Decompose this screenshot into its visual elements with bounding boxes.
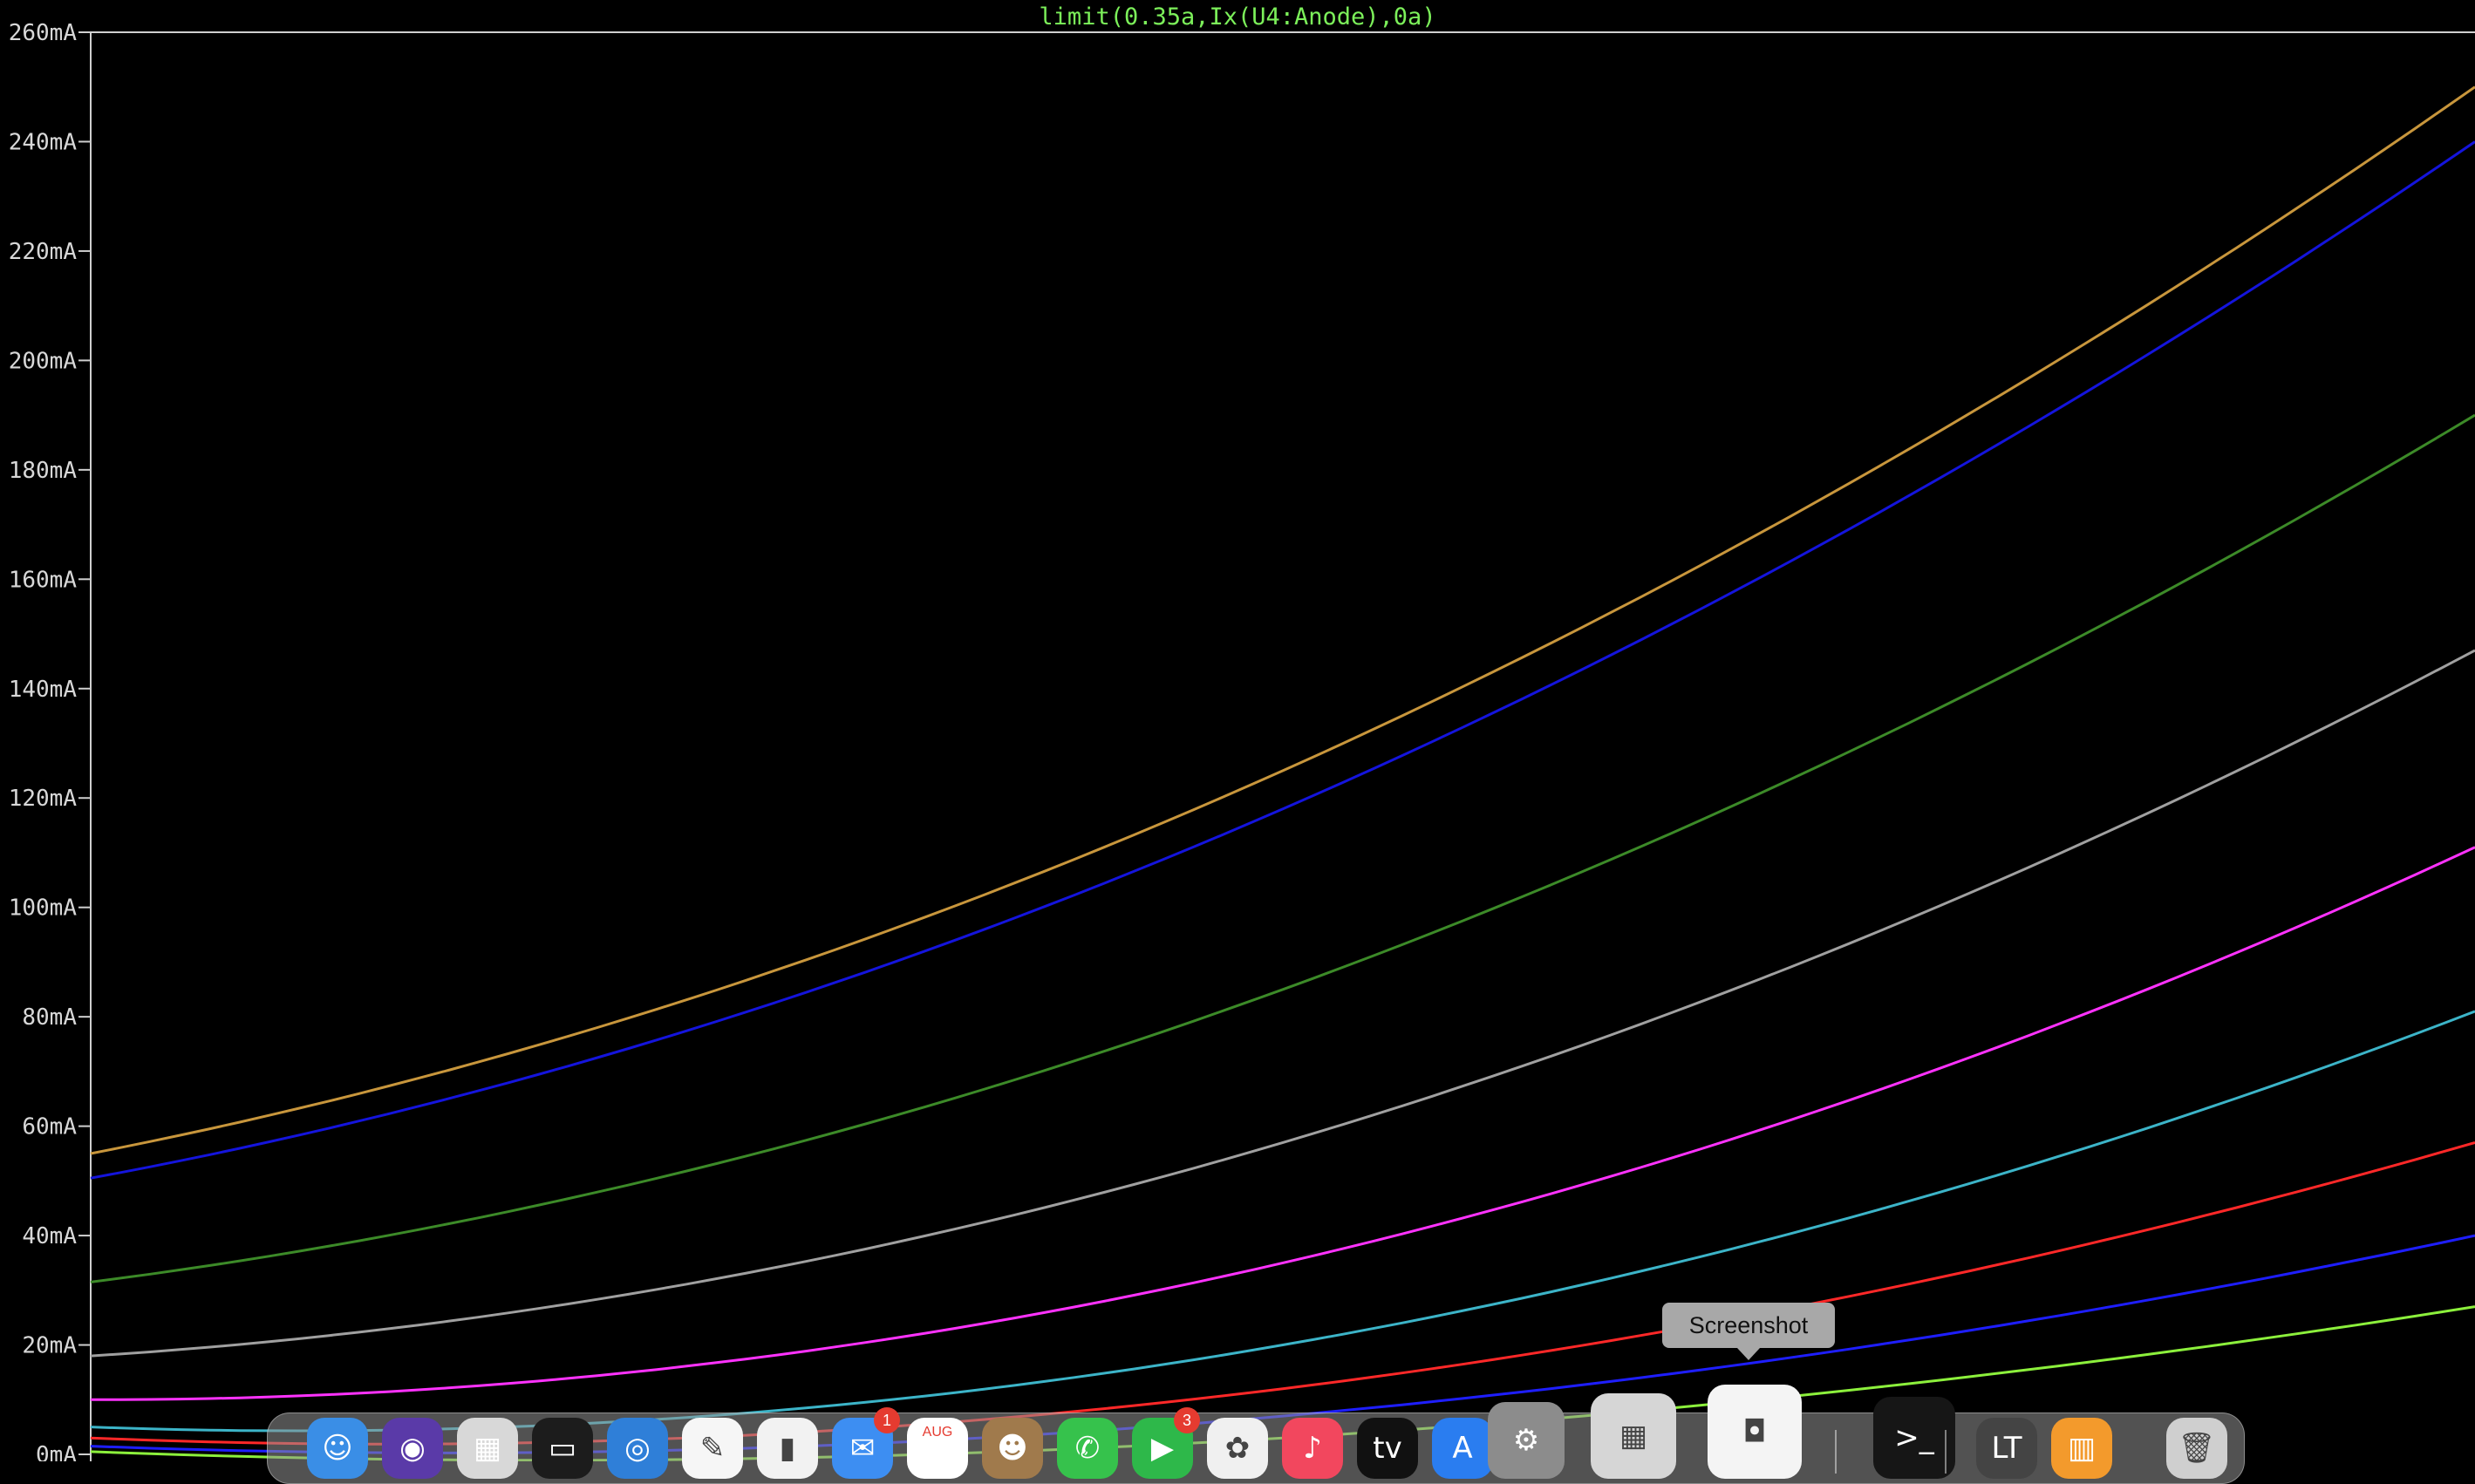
dock-calculator-button[interactable]: ▦ xyxy=(1591,1393,1676,1479)
y-tick-label: 80mA xyxy=(22,1004,77,1031)
siri-icon: ◉ xyxy=(399,1431,426,1466)
dock-books-button[interactable]: ▥ xyxy=(2051,1418,2112,1479)
trash-icon: 🗑 xyxy=(2178,1431,2216,1466)
apple-tv-icon: tv xyxy=(1373,1431,1402,1466)
trace-line-6[interactable] xyxy=(90,1010,2475,1433)
dock-safari-button[interactable]: ◎ xyxy=(607,1418,668,1479)
numbers-icon: ▮ xyxy=(779,1431,796,1466)
dock-music-button[interactable]: ♪ xyxy=(1282,1418,1343,1479)
dock-finder-button[interactable]: ☺ xyxy=(307,1418,368,1479)
dock-numbers-button[interactable]: ▮ xyxy=(757,1418,818,1479)
y-tick-label: 120mA xyxy=(9,786,78,812)
y-axis-ticks: 0mA 20mA 40mA 60mA 80mA 100mA 120mA 140mA 160mA 1… xyxy=(9,20,91,1461)
trace-line-5[interactable] xyxy=(90,846,2475,1401)
launchpad-icon: ▦ xyxy=(473,1431,502,1466)
facetime-icon: ▶ xyxy=(1150,1431,1175,1466)
y-tick-label: 140mA xyxy=(9,677,78,703)
dock-separator xyxy=(1945,1430,1947,1474)
dock-system-preferences-button[interactable]: ⚙ xyxy=(1488,1402,1565,1479)
trace-line-3[interactable] xyxy=(90,413,2475,1283)
dock-photos-button[interactable]: ✿ xyxy=(1207,1418,1268,1479)
app-store-icon: A xyxy=(1452,1431,1473,1466)
y-tick-label: 160mA xyxy=(9,567,78,593)
contacts-icon: ☻ xyxy=(997,1431,1028,1466)
finder-icon: ☺ xyxy=(322,1431,353,1466)
waveform-plot[interactable]: 0mA 20mA 40mA 60mA 80mA 100mA 120mA 140mA 160mA 1… xyxy=(0,0,2475,1461)
notification-badge: 3 xyxy=(1174,1407,1200,1433)
y-tick-label: 240mA xyxy=(9,129,78,155)
dock-messages-button[interactable]: ✆ xyxy=(1057,1418,1118,1479)
y-tick-label: 180mA xyxy=(9,458,78,484)
trace-line-4[interactable] xyxy=(90,649,2475,1358)
safari-icon: ◎ xyxy=(624,1431,651,1466)
dock-apple-tv-button[interactable]: tv xyxy=(1357,1418,1418,1479)
ltspice-icon: LT xyxy=(1991,1431,2022,1466)
y-tick-label: 260mA xyxy=(9,20,78,46)
terminal-icon: >_ xyxy=(1894,1420,1934,1455)
pages-icon: ✎ xyxy=(699,1431,726,1466)
dock-mission-control-button[interactable]: ▭ xyxy=(532,1418,593,1479)
dock-separator xyxy=(1835,1430,1837,1474)
music-icon: ♪ xyxy=(1303,1431,1322,1466)
dock-contacts-button[interactable]: ☻ xyxy=(982,1418,1043,1479)
screenshot-tooltip: Screenshot xyxy=(1662,1303,1835,1348)
calendar-icon: AUG xyxy=(922,1425,953,1440)
screenshot-icon: ◘ xyxy=(1742,1414,1767,1449)
plot-axes xyxy=(90,31,2475,1461)
axis-line xyxy=(90,31,2475,1461)
trace-line-7[interactable] xyxy=(90,1140,2475,1446)
y-tick-label: 20mA xyxy=(22,1333,77,1359)
y-tick-label: 60mA xyxy=(22,1114,77,1140)
dock-pages-button[interactable]: ✎ xyxy=(682,1418,743,1479)
tooltip-arrow xyxy=(1737,1348,1760,1360)
dock-trash-button[interactable]: 🗑 xyxy=(2166,1418,2227,1479)
dock-siri-button[interactable]: ◉ xyxy=(382,1418,443,1479)
messages-icon: ✆ xyxy=(1074,1431,1101,1466)
trace-line-2[interactable] xyxy=(90,140,2475,1180)
dock-app-store-button[interactable]: A xyxy=(1432,1418,1493,1479)
dock-ltspice-button[interactable]: LT xyxy=(1976,1418,2037,1479)
y-tick-label: 100mA xyxy=(9,895,78,922)
dock-calendar-button[interactable]: AUG xyxy=(907,1418,968,1479)
y-tick-label: 220mA xyxy=(9,239,78,265)
dock-screenshot-button[interactable]: ◘ xyxy=(1708,1385,1802,1479)
y-tick-label: 0mA xyxy=(36,1442,77,1461)
calculator-icon: ▦ xyxy=(1619,1419,1648,1453)
mail-icon: ✉ xyxy=(849,1431,876,1466)
plot-traces xyxy=(90,85,2475,1461)
notification-badge: 1 xyxy=(874,1407,900,1433)
dock-terminal-button[interactable]: >_ xyxy=(1873,1397,1955,1479)
books-icon: ▥ xyxy=(2067,1431,2097,1466)
system-preferences-icon: ⚙ xyxy=(1512,1423,1540,1458)
mission-control-icon: ▭ xyxy=(548,1431,577,1466)
trace-line-1[interactable] xyxy=(90,85,2475,1155)
y-tick-label: 40mA xyxy=(22,1223,77,1249)
y-tick-label: 200mA xyxy=(9,348,78,374)
dock-launchpad-button[interactable]: ▦ xyxy=(457,1418,518,1479)
photos-icon: ✿ xyxy=(1224,1431,1251,1466)
